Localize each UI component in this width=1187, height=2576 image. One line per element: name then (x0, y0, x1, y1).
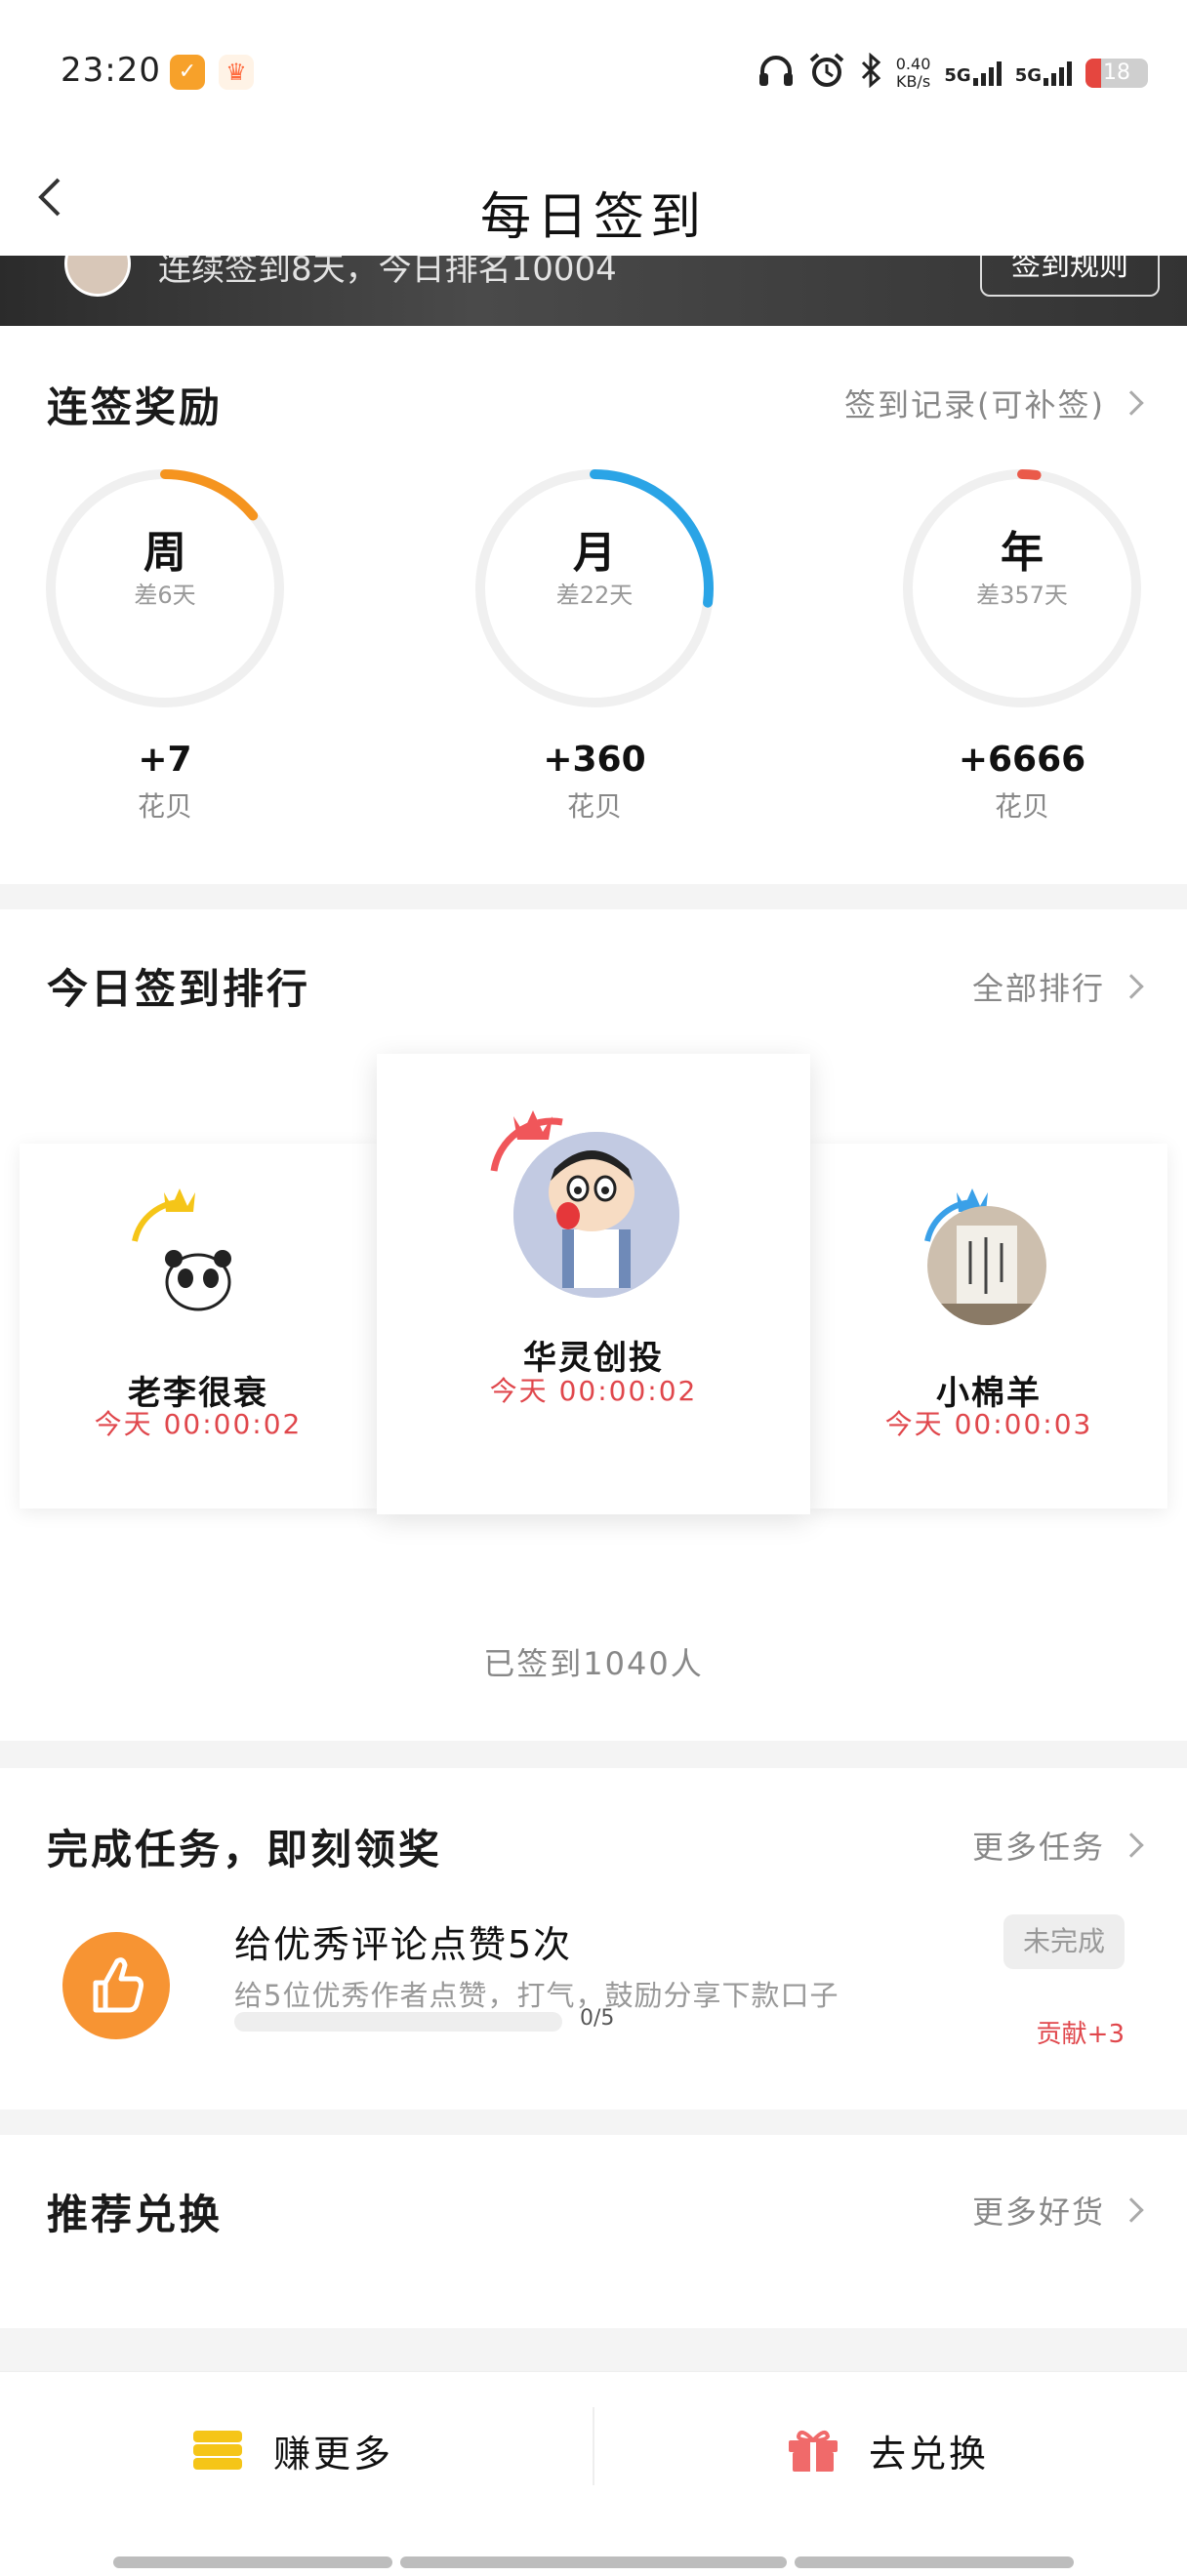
ring-month-reward: +360 (543, 740, 646, 780)
chevron-right-icon (1119, 1832, 1144, 1858)
signal-bars-icon (972, 60, 1002, 86)
banner-streak-text: 连续签到8天，今日排名10004 (158, 256, 617, 289)
sign-in-banner: 连续签到8天，今日排名10004 签到规则 (0, 256, 1187, 326)
task-status-button[interactable]: 未完成 (1003, 1914, 1125, 1969)
signal-label: 5G (1014, 65, 1042, 86)
chevron-right-icon (1119, 974, 1144, 999)
alarm-icon (808, 53, 845, 94)
task-reward: 贡献+3 (1036, 2020, 1125, 2049)
nav-bar: 每日签到 (0, 146, 1187, 256)
network-speed: 0.40 KB/s (896, 56, 931, 91)
more-goods-link[interactable]: 更多好货 (971, 2188, 1144, 2233)
sign-in-record-label: 签到记录(可补签) (844, 386, 1105, 423)
redeem-label: 去兑换 (869, 2432, 990, 2475)
rank-first-time: 今天 00:00:02 (489, 1375, 698, 1407)
ring-year-reward: +6666 (958, 740, 1086, 780)
net-speed-value: 0.40 (895, 55, 931, 73)
home-indicator (400, 2556, 787, 2568)
ring-year-unit: 花贝 (994, 790, 1049, 823)
chevron-right-icon (1119, 2197, 1144, 2223)
streak-title: 连签奖励 (47, 383, 224, 431)
sign-in-record-link[interactable]: 签到记录(可补签) (844, 381, 1144, 425)
status-time: 23:20 (61, 51, 161, 90)
ring-year-remaining: 差357天 (976, 582, 1068, 609)
exchange-title: 推荐兑换 (47, 2191, 224, 2238)
more-goods-label: 更多好货 (971, 2194, 1105, 2231)
avatar-third (927, 1206, 1046, 1325)
rank-card-first[interactable]: 华灵创投 今天 00:00:02 (377, 1054, 810, 1514)
task-progress-bar (234, 2012, 562, 2032)
chevron-right-icon (1119, 390, 1144, 416)
app-notification-icon: ✓ (170, 55, 205, 90)
more-tasks-label: 更多任务 (971, 1829, 1105, 1866)
sign-in-rules-button[interactable]: 签到规则 (980, 256, 1160, 297)
avatar-second (154, 1231, 242, 1319)
ring-month-label: 月 (573, 528, 616, 578)
gift-icon (789, 2430, 838, 2472)
signal-5g-2: 5G (1015, 60, 1072, 86)
rank-card-second[interactable]: 老李很衰 今天 00:00:02 (20, 1144, 377, 1509)
coins-icon (193, 2431, 242, 2470)
signed-in-count: 已签到1040人 (483, 1645, 704, 1682)
streak-rewards-section: 连签奖励 签到记录(可补签) 周 差6天 +7 花贝 月 差22天 +360 花… (0, 326, 1187, 884)
tasks-title: 完成任务，即刻领奖 (47, 1826, 443, 1873)
ring-month-remaining: 差22天 (555, 582, 634, 609)
rank-second-time: 今天 00:00:02 (94, 1408, 303, 1440)
signal-label: 5G (944, 65, 971, 86)
battery-level: 18 (1103, 60, 1130, 85)
ring-week-label: 周 (143, 528, 186, 578)
bluetooth-icon (859, 52, 882, 94)
ring-week-unit: 花贝 (137, 790, 192, 823)
more-tasks-link[interactable]: 更多任务 (971, 1823, 1144, 1868)
home-indicator (795, 2556, 1074, 2568)
all-ranking-link[interactable]: 全部排行 (971, 964, 1144, 1009)
bottom-action-bar: 赚更多 去兑换 (0, 2371, 1187, 2576)
ring-year-label: 年 (1001, 528, 1044, 578)
task-description: 给5位优秀作者点赞，打气，鼓励分享下款口子 (234, 1979, 839, 2012)
ring-week: 周 差6天 +7 花贝 (43, 466, 287, 825)
ring-month-unit: 花贝 (566, 790, 622, 823)
page-title: 每日签到 (479, 188, 707, 247)
signal-5g-1: 5G (944, 60, 1002, 86)
thumbs-up-icon (62, 1932, 170, 2039)
earn-more-label: 赚更多 (273, 2432, 394, 2475)
status-bar: 23:20 ✓ ♛ 0.40 KB/s 5G 5G 18 (0, 0, 1187, 146)
ring-week-remaining: 差6天 (134, 582, 196, 609)
task-title: 给优秀评论点赞5次 (234, 1923, 573, 1966)
rank-third-time: 今天 00:00:03 (884, 1408, 1093, 1440)
ring-year: 年 差357天 +6666 花贝 (900, 466, 1144, 825)
net-speed-unit: KB/s (895, 72, 931, 91)
crown-app-icon: ♛ (219, 55, 254, 90)
task-progress-count: 0/5 (580, 2006, 615, 2031)
user-avatar (64, 256, 131, 297)
ring-week-reward: +7 (138, 740, 192, 780)
battery-icon: 18 (1085, 59, 1148, 88)
redeem-button[interactable]: 去兑换 (787, 2411, 989, 2489)
ranking-title: 今日签到排行 (47, 965, 311, 1013)
bottom-divider (593, 2407, 594, 2485)
headphones-icon (757, 54, 795, 93)
rank-card-third[interactable]: 小棉羊 今天 00:00:03 (810, 1144, 1167, 1509)
avatar-first (513, 1132, 679, 1298)
all-ranking-label: 全部排行 (971, 970, 1105, 1007)
exchange-section: 推荐兑换 更多好货 (0, 2135, 1187, 2328)
earn-more-button[interactable]: 赚更多 (191, 2411, 393, 2489)
ring-month: 月 差22天 +360 花贝 (472, 466, 716, 825)
home-indicator (113, 2556, 392, 2568)
signal-bars-icon (1044, 60, 1072, 86)
